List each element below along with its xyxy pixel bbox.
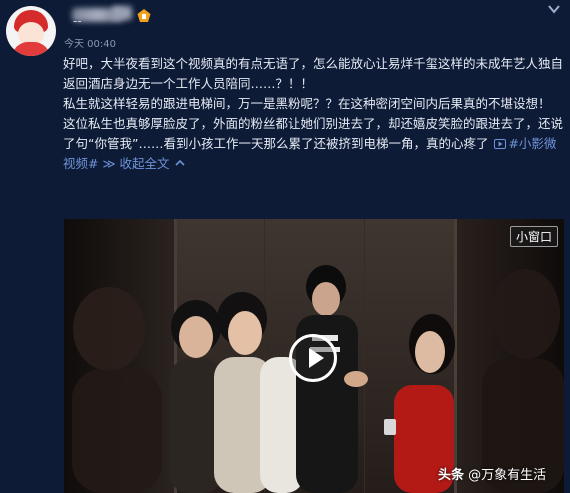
video-player[interactable]: 小窗口 头条 @万象有生活: [64, 219, 564, 493]
watermark-brand: 头条: [438, 468, 465, 483]
chevron-up-icon[interactable]: [174, 158, 186, 168]
author-name-redacted-2: [112, 6, 132, 20]
collapse-full-text-link[interactable]: 收起全文: [120, 156, 170, 171]
play-button[interactable]: [289, 334, 337, 382]
post-paragraph-3-text: 这位私生也真够厚脸皮了，外面的粉丝都让她们别进去了，却还嬉皮笑脸的跟进去了，还说…: [63, 116, 564, 151]
post-paragraph-3: 这位私生也真够厚脸皮了，外面的粉丝都让她们别进去了，却还嬉皮笑脸的跟进去了，还说…: [63, 114, 563, 174]
watermark-author: @万象有生活: [468, 468, 547, 483]
avatar[interactable]: [6, 6, 56, 56]
post-body: 好吧，大半夜看到这个视频真的有点无语了，怎么能放心让易烊千玺这样的未成年艺人独自…: [63, 54, 563, 174]
post-header: -- 今天 00:40: [0, 0, 570, 56]
play-icon: [309, 348, 324, 368]
collapse-separator-icon: ≫: [98, 156, 120, 171]
post-paragraph-2: 私生就这样轻易的跟进电梯间，万一是黑粉呢？？在这种密闭空间内后果真的不堪设想！: [63, 96, 551, 111]
mini-window-button[interactable]: 小窗口: [509, 226, 558, 247]
post-timestamp: 今天 00:40: [64, 39, 116, 50]
vip-badge-icon: [137, 9, 151, 22]
author-name[interactable]: --: [73, 14, 82, 28]
chevron-down-icon[interactable]: [547, 3, 561, 15]
video-link-icon: [494, 139, 507, 149]
post-paragraph-1: 好吧，大半夜看到这个视频真的有点无语了，怎么能放心让易烊千玺这样的未成年艺人独自…: [63, 56, 564, 91]
watermark: 头条 @万象有生活: [438, 464, 546, 483]
